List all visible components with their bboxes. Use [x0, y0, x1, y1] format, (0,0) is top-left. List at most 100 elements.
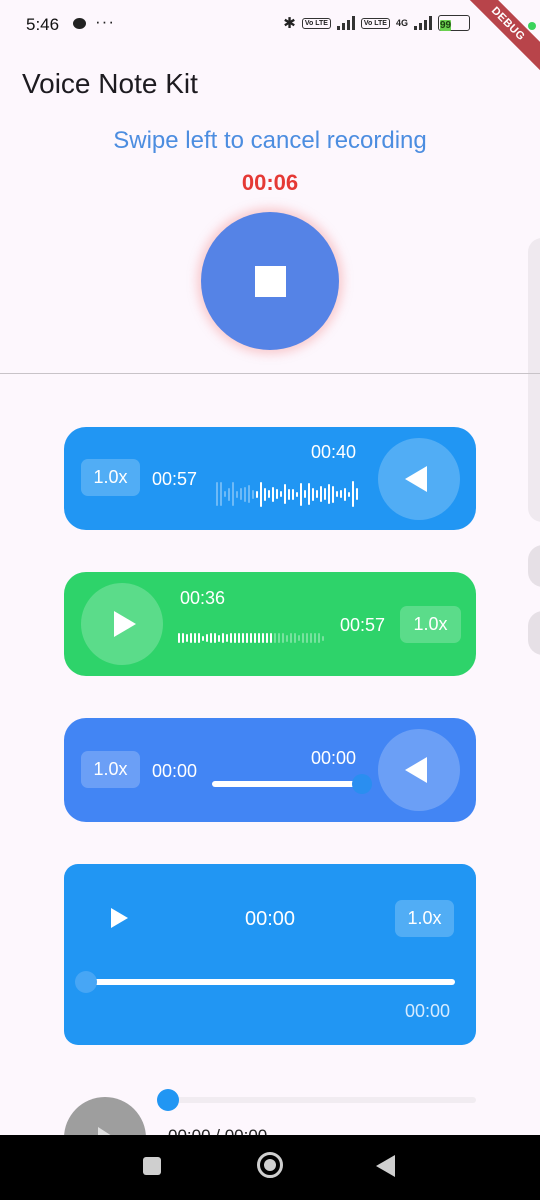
side-pill: [528, 545, 540, 587]
duration-label: 00:57: [152, 469, 198, 489]
speed-button[interactable]: 1.0x: [395, 900, 454, 937]
seek-slider[interactable]: [168, 1097, 476, 1103]
waveform-bar: [214, 633, 216, 643]
waveform-bar: [302, 633, 304, 643]
slider-thumb[interactable]: [157, 1089, 179, 1111]
position-label: 00:36: [180, 588, 226, 608]
waveform-bar: [280, 491, 282, 497]
waveform-bar: [178, 633, 180, 643]
network-type: 4G: [395, 18, 408, 28]
waveform-bar: [286, 634, 288, 642]
waveform-bar: [264, 487, 266, 501]
waveform-bar: [340, 490, 342, 498]
debug-banner: DEBUG: [458, 0, 540, 74]
slider-thumb[interactable]: [75, 971, 97, 993]
waveform-bar: [336, 491, 338, 497]
page-title: Voice Note Kit: [22, 68, 198, 99]
waveform-bar: [228, 487, 230, 501]
waveform-bar: [246, 633, 248, 643]
waveform-bar: [182, 633, 184, 643]
signal-icon: [336, 16, 355, 30]
waveform-bar: [278, 633, 280, 643]
play-button[interactable]: [378, 438, 460, 520]
voice-player-3: 1.0x 00:00 00:00: [64, 718, 476, 822]
waveform-bar: [198, 633, 200, 643]
play-icon: [114, 611, 136, 637]
waveform-bar: [296, 491, 298, 497]
play-reversed-icon: [405, 757, 427, 783]
waveform-bar: [270, 633, 272, 643]
waveform-bar: [248, 485, 250, 503]
divider: [0, 373, 540, 374]
play-button[interactable]: [81, 583, 163, 665]
waveform-bar: [238, 633, 240, 643]
waveform-bar: [298, 635, 300, 641]
waveform-bar: [232, 482, 234, 506]
position-label: 00:40: [311, 442, 357, 462]
waveform-bar: [294, 633, 296, 643]
voice-player-2: 00:36 00:57 1.0x: [64, 572, 476, 676]
waveform-bar: [314, 633, 316, 643]
waveform-bar: [234, 633, 236, 643]
seek-slider[interactable]: [212, 781, 362, 787]
waveform-bar: [254, 633, 256, 643]
waveform-bar: [236, 490, 238, 498]
status-bar: 5:46 ··· ✱ Vo LTE Vo LTE 4G 99 DEBUG: [0, 0, 540, 74]
waveform-bar: [230, 633, 232, 643]
stop-recording-button[interactable]: [201, 212, 339, 350]
waveform-bar: [186, 634, 188, 642]
waveform-bar: [262, 633, 264, 643]
position-label: 00:00: [245, 908, 296, 930]
speed-button[interactable]: 1.0x: [81, 459, 140, 496]
waveform-bar: [352, 481, 354, 507]
chat-bubble-icon: [73, 18, 86, 29]
camera-indicator-icon: [528, 22, 536, 30]
waveform-bar: [240, 488, 242, 500]
waveform-bar: [222, 633, 224, 643]
volte-icon: Vo LTE: [301, 17, 331, 29]
waveform-bar: [272, 486, 274, 502]
waveform[interactable]: [216, 479, 358, 509]
waveform-bar: [348, 491, 350, 497]
waveform-bar: [304, 490, 306, 498]
waveform-bar: [274, 633, 276, 643]
waveform-bar: [242, 633, 244, 643]
recents-icon[interactable]: [143, 1157, 161, 1175]
waveform-bar: [344, 487, 346, 501]
waveform-bar: [322, 635, 324, 641]
home-icon[interactable]: [257, 1152, 283, 1178]
voice-player-1: 1.0x 00:57 00:40: [64, 427, 476, 530]
waveform-bar: [268, 490, 270, 498]
duration-label: 00:00: [405, 1001, 451, 1021]
waveform-bar: [324, 488, 326, 500]
waveform-bar: [288, 488, 290, 500]
waveform-bar: [282, 633, 284, 643]
waveform-bar: [194, 633, 196, 643]
waveform-bar: [218, 634, 220, 642]
waveform-bar: [332, 485, 334, 503]
side-panel: [528, 238, 540, 522]
position-label: 00:00: [311, 748, 357, 768]
seek-slider[interactable]: [86, 979, 455, 985]
waveform-bar: [312, 487, 314, 501]
back-icon[interactable]: [376, 1155, 395, 1177]
slider-thumb[interactable]: [352, 774, 372, 794]
play-icon[interactable]: [111, 908, 128, 928]
waveform-bar: [258, 633, 260, 643]
waveform-bar: [266, 633, 268, 643]
waveform-bar: [276, 489, 278, 499]
waveform-bar: [306, 633, 308, 643]
signal-icon: [414, 16, 432, 30]
waveform-bar: [318, 633, 320, 643]
speed-button[interactable]: 1.0x: [81, 751, 140, 788]
waveform-bar: [292, 488, 294, 500]
side-pill: [528, 611, 540, 655]
speed-button[interactable]: 1.0x: [400, 606, 461, 643]
waveform-bar: [260, 481, 262, 507]
duration-label: 00:00: [152, 761, 198, 781]
play-button[interactable]: [378, 729, 460, 811]
waveform-bar: [244, 486, 246, 502]
volte-icon: Vo LTE: [360, 17, 390, 29]
waveform[interactable]: [178, 623, 326, 653]
swipe-hint: Swipe left to cancel recording: [113, 127, 427, 154]
